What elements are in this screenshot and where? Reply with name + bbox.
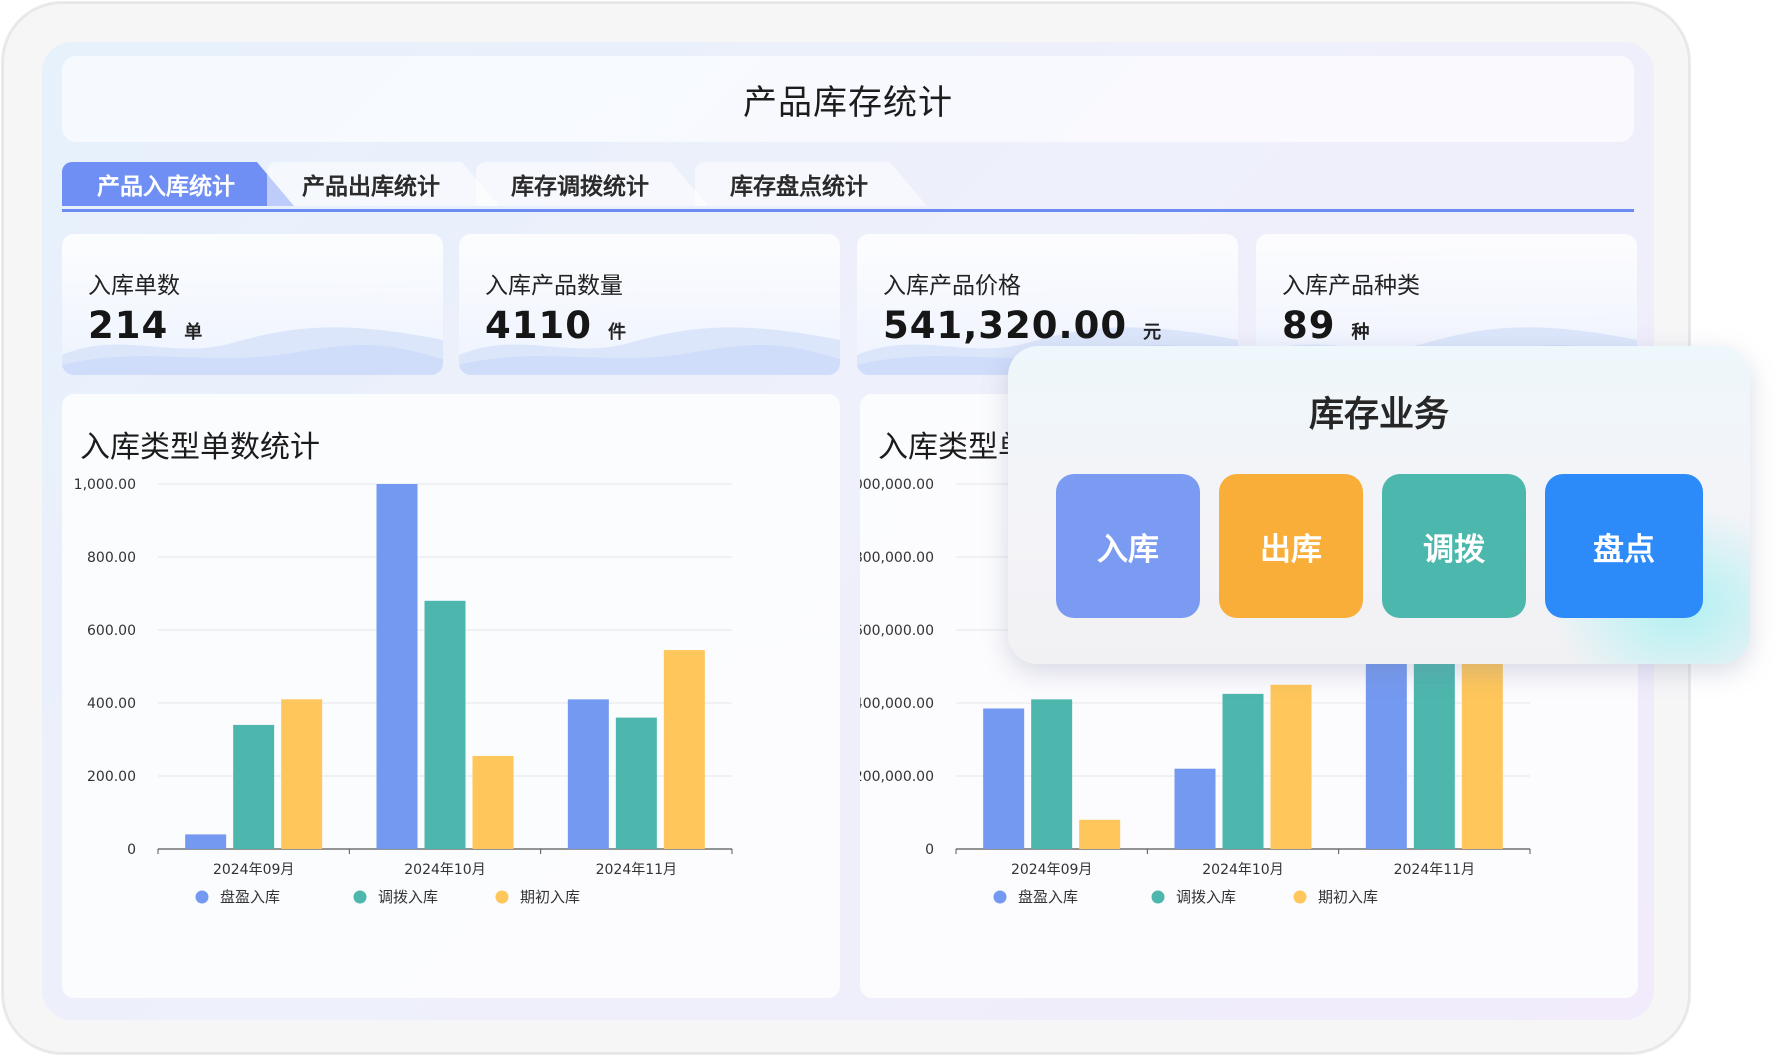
y-tick-label: 0 (925, 842, 934, 858)
stat-unit: 单 (184, 322, 203, 343)
y-tick-label: 200.00 (87, 769, 136, 785)
stat-value: 214 (88, 304, 169, 347)
bar (1174, 768, 1216, 849)
inventory-business-popup: 库存业务 入库 出库 调拨 盘点 (1008, 346, 1750, 664)
y-tick-label: 600,000.00 (860, 623, 934, 639)
tab-outbound-stats[interactable]: 产品出库统计 (267, 162, 499, 206)
y-tick-label: 400.00 (87, 696, 136, 712)
bar (1222, 693, 1264, 849)
legend-label: 调拨入库 (378, 888, 438, 906)
legend-label: 盘盈入库 (1018, 888, 1078, 906)
legend-marker (495, 890, 509, 904)
bar (983, 708, 1025, 849)
bar (376, 484, 418, 849)
tab-inbound-stats[interactable]: 产品入库统计 (62, 162, 294, 206)
stat-card-inbound-quantity: 入库产品数量 4110 件 (459, 234, 840, 375)
outbound-button[interactable]: 出库 (1219, 474, 1363, 618)
chart-title: 入库类型单 (878, 430, 1028, 465)
y-tick-label: 1,000,000.00 (860, 477, 934, 493)
inbound-button[interactable]: 入库 (1056, 474, 1200, 618)
bar (1079, 819, 1121, 849)
y-tick-label: 1,000.00 (74, 477, 136, 493)
stat-label: 入库产品种类 (1282, 273, 1420, 299)
tab-transfer-stats[interactable]: 库存调拨统计 (476, 162, 708, 206)
bar (567, 699, 609, 849)
legend-label: 期初入库 (1318, 888, 1378, 906)
stat-unit: 种 (1351, 322, 1370, 343)
y-tick-label: 200,000.00 (860, 769, 934, 785)
legend-marker (195, 890, 209, 904)
bar (1270, 684, 1312, 849)
tab-bar: 产品入库统计 产品出库统计 库存调拨统计 库存盘点统计 (62, 162, 1634, 212)
y-tick-label: 800.00 (87, 550, 136, 566)
legend-marker (993, 890, 1007, 904)
legend-marker (1293, 890, 1307, 904)
y-tick-label: 400,000.00 (860, 696, 934, 712)
chart-title: 入库类型单数统计 (80, 430, 320, 465)
stat-value: 541,320.00 (883, 304, 1128, 347)
stat-label: 入库单数 (88, 273, 180, 299)
bar (185, 834, 227, 849)
stat-label: 入库产品价格 (883, 273, 1021, 299)
legend-label: 盘盈入库 (220, 888, 280, 906)
bar (281, 699, 323, 849)
y-tick-label: 800,000.00 (860, 550, 934, 566)
stat-unit: 元 (1143, 322, 1162, 343)
bar-chart-inbound-orders: 0 200.00 400.00 600.00 800.00 1,000.00 2024年09… (74, 477, 733, 906)
chart-card-inbound-orders: 0 200.00 400.00 600.00 800.00 1,000.00 2024年09… (62, 394, 840, 998)
bar (615, 717, 657, 849)
tab-underline (62, 209, 1634, 212)
legend-label: 调拨入库 (1176, 888, 1236, 906)
legend-marker (353, 890, 367, 904)
x-tick-label: 2024年09月 (213, 862, 294, 878)
transfer-button[interactable]: 调拨 (1382, 474, 1526, 618)
tab-stocktake-stats[interactable]: 库存盘点统计 (695, 162, 927, 206)
legend-label: 期初入库 (520, 888, 580, 906)
y-tick-label: 0 (127, 842, 136, 858)
stocktake-button[interactable]: 盘点 (1545, 474, 1703, 618)
x-tick-label: 2024年09月 (1011, 862, 1092, 878)
legend-marker (1151, 890, 1165, 904)
stat-card-inbound-orders: 入库单数 214 单 (62, 234, 443, 375)
y-tick-label: 600.00 (87, 623, 136, 639)
x-tick-label: 2024年11月 (596, 862, 677, 878)
page-title: 产品库存统计 (743, 82, 953, 123)
bar (472, 755, 514, 849)
popup-title: 库存业务 (1308, 395, 1449, 435)
stat-value: 89 (1282, 304, 1336, 347)
x-tick-label: 2024年11月 (1394, 862, 1475, 878)
page-header: 产品库存统计 (62, 56, 1634, 142)
stat-value: 4110 (485, 304, 592, 347)
stat-label: 入库产品数量 (485, 273, 623, 299)
x-tick-label: 2024年10月 (404, 862, 485, 878)
bar (1031, 699, 1073, 849)
x-tick-label: 2024年10月 (1202, 862, 1283, 878)
bar (233, 724, 275, 849)
bar (663, 650, 705, 849)
bar (424, 600, 466, 849)
stat-unit: 件 (607, 322, 626, 343)
